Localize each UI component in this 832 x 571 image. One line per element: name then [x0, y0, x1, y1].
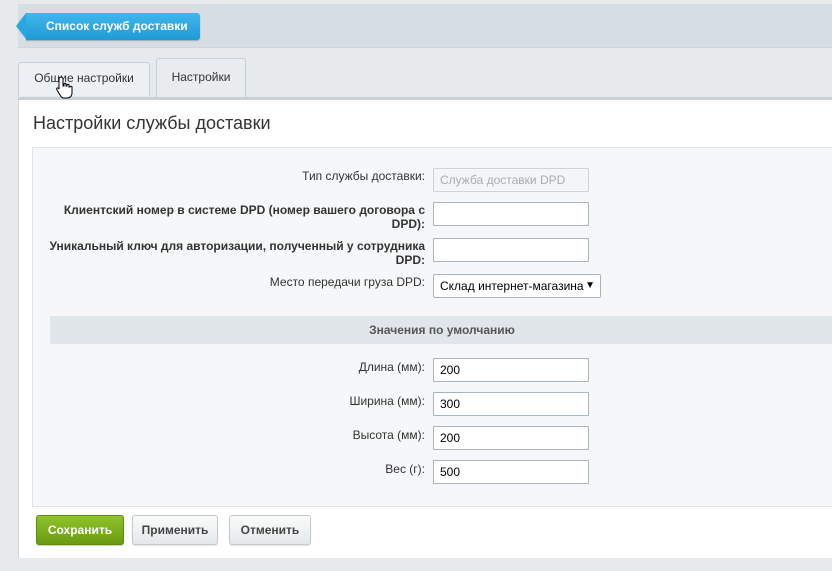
- cancel-button[interactable]: Отменить: [229, 515, 311, 545]
- type-field: Служба доставки DPD: [433, 168, 589, 192]
- tab-general-settings[interactable]: Общие настройки: [18, 62, 150, 96]
- handover-place-value: Склад интернет-магазина: [440, 279, 584, 293]
- client-number-label: Клиентский номер в системе DPD (номер ва…: [63, 203, 425, 231]
- form-area: Тип службы доставки: Служба доставки DPD…: [32, 147, 832, 507]
- auth-key-input[interactable]: [433, 238, 589, 262]
- client-number-input[interactable]: [433, 202, 589, 226]
- save-button[interactable]: Сохранить: [36, 515, 124, 545]
- handover-place-select[interactable]: Склад интернет-магазина ▼: [433, 274, 601, 298]
- height-label: Высота (мм):: [352, 428, 425, 442]
- page-title: Настройки службы доставки: [33, 113, 271, 133]
- apply-button[interactable]: Применить: [132, 515, 218, 545]
- dropdown-arrow-icon: ▼: [585, 280, 595, 291]
- tab-settings[interactable]: Настройки: [156, 58, 246, 98]
- settings-panel: Настройки службы доставки Тип службы дос…: [18, 100, 832, 558]
- tabs: Общие настройки Настройки: [18, 58, 832, 98]
- weight-label: Вес (г):: [385, 462, 425, 476]
- auth-key-label: Уникальный ключ для авторизации, получен…: [49, 239, 425, 267]
- height-input[interactable]: 200: [433, 426, 589, 450]
- length-input[interactable]: 200: [433, 358, 589, 382]
- handover-place-label: Место передачи груза DPD:: [269, 275, 425, 289]
- delivery-services-list-button[interactable]: Список служб доставки: [16, 13, 200, 40]
- length-label: Длина (мм):: [358, 360, 425, 374]
- width-input[interactable]: 300: [433, 392, 589, 416]
- weight-input[interactable]: 500: [433, 460, 589, 484]
- width-label: Ширина (мм):: [349, 394, 425, 408]
- defaults-section-header: Значения по умолчанию: [50, 316, 832, 344]
- hand-cursor-icon: [56, 76, 73, 99]
- type-label: Тип службы доставки:: [302, 169, 425, 183]
